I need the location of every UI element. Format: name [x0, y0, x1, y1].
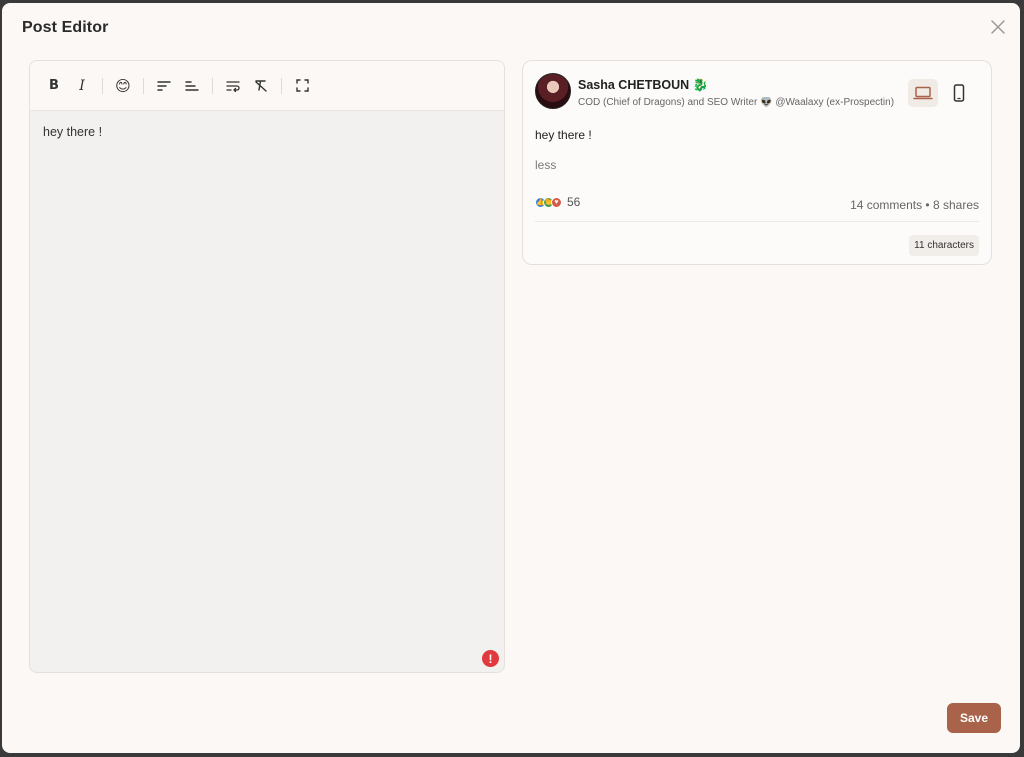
fullscreen-icon — [295, 79, 309, 92]
close-button[interactable] — [988, 17, 1008, 37]
reactions: 👍 👏 ♥ 56 — [535, 195, 580, 209]
post-editor-modal: Post Editor B I 😊 hey there ! ! Sasha CH… — [2, 3, 1020, 753]
save-button[interactable]: Save — [947, 703, 1001, 733]
align-short-icon — [185, 80, 199, 91]
toolbar-divider — [281, 77, 282, 94]
fullscreen-button[interactable] — [288, 72, 316, 100]
editor-textarea[interactable]: hey there ! — [30, 111, 504, 153]
editor-toolbar: B I 😊 — [30, 61, 504, 111]
error-icon[interactable]: ! — [482, 650, 499, 667]
emoji-button[interactable]: 😊 — [109, 72, 137, 100]
close-icon — [991, 20, 1005, 34]
mobile-preview-button[interactable] — [944, 79, 974, 107]
bold-button[interactable]: B — [40, 72, 68, 100]
author-name: Sasha CHETBOUN 🐉 — [578, 78, 709, 92]
clear-format-icon — [255, 80, 267, 92]
align-short-button[interactable] — [178, 72, 206, 100]
phone-icon — [953, 84, 965, 102]
clear-format-button[interactable] — [247, 72, 275, 100]
reaction-count: 56 — [567, 195, 581, 209]
character-count-badge: 11 characters — [909, 235, 979, 256]
text-wrap-icon — [225, 80, 240, 92]
italic-button[interactable]: I — [68, 72, 96, 100]
desktop-preview-button[interactable] — [908, 79, 938, 107]
author-headline: COD (Chief of Dragons) and SEO Writer 👽 … — [578, 97, 895, 108]
text-wrap-button[interactable] — [219, 72, 247, 100]
emoji-icon: 😊 — [115, 77, 131, 95]
toolbar-divider — [143, 77, 144, 94]
toolbar-divider — [212, 77, 213, 94]
toolbar-divider — [102, 77, 103, 94]
love-reaction-icon: ♥ — [551, 196, 562, 208]
post-text: hey there ! — [535, 128, 592, 142]
align-left-icon — [157, 80, 171, 91]
avatar — [535, 73, 571, 109]
preview-divider — [535, 221, 979, 222]
laptop-icon — [913, 86, 933, 100]
editor-panel: B I 😊 hey there ! ! — [29, 60, 505, 673]
post-preview-card: Sasha CHETBOUN 🐉 COD (Chief of Dragons) … — [522, 60, 992, 265]
modal-title: Post Editor — [22, 19, 109, 36]
post-stats: 14 comments • 8 shares — [850, 198, 979, 212]
align-left-button[interactable] — [150, 72, 178, 100]
less-link[interactable]: less — [535, 158, 556, 172]
